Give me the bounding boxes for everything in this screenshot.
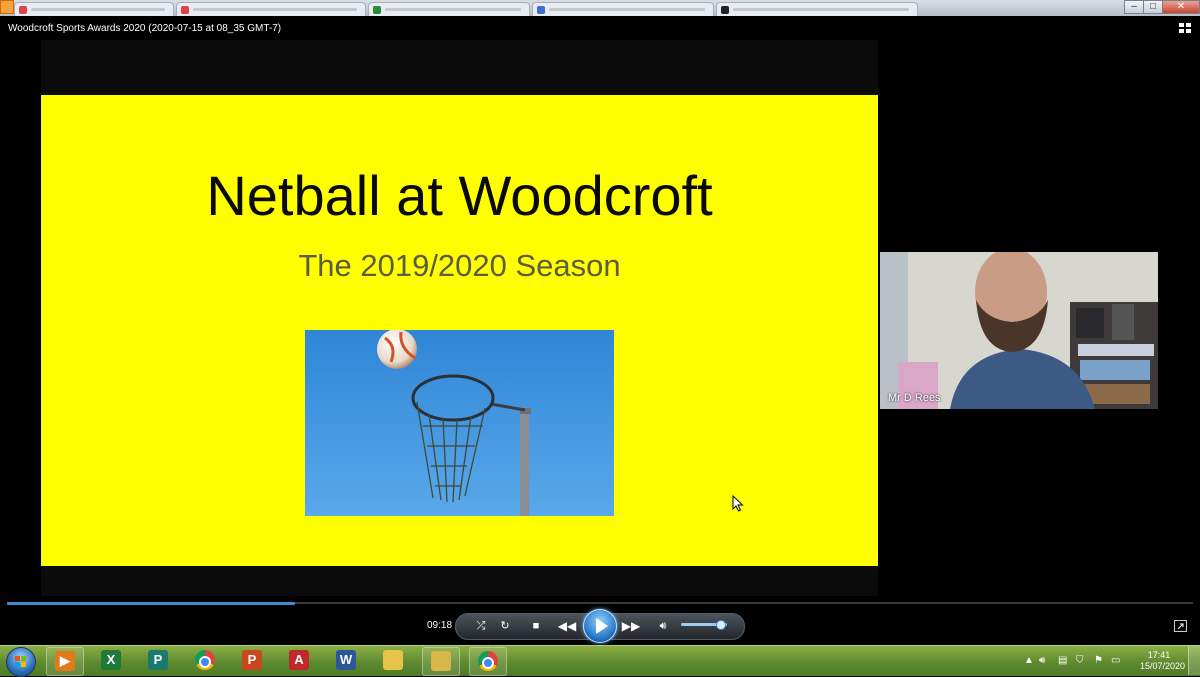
slide-subtitle: The 2019/2020 Season xyxy=(298,248,621,283)
clock-time: 17:41 xyxy=(1147,650,1171,660)
security-shield-icon[interactable]: ⛉ xyxy=(1076,655,1084,666)
network-icon[interactable]: ▤ xyxy=(1058,655,1067,666)
taskbar-app-chrome-active[interactable] xyxy=(469,647,507,676)
display-icon[interactable]: ▭ xyxy=(1111,655,1120,666)
action-center-flag-icon[interactable]: ⚑ xyxy=(1094,655,1103,666)
volume-icon[interactable]: 🔊︎ xyxy=(654,616,672,636)
current-time: 09:18 xyxy=(427,620,453,631)
taskbar-app-chrome[interactable] xyxy=(187,647,223,674)
file-explorer-icon xyxy=(383,650,403,670)
play-icon xyxy=(596,618,608,634)
participant-name: Mr D Rees xyxy=(888,392,941,404)
stop-icon[interactable]: ■ xyxy=(528,616,544,636)
browser-tab[interactable] xyxy=(14,2,174,16)
show-desktop-button[interactable] xyxy=(1188,646,1200,675)
taskbar-app-pdf-viewer[interactable]: A xyxy=(281,647,317,674)
chrome-icon xyxy=(195,650,215,670)
pdf-viewer-icon: A xyxy=(289,650,309,670)
fullscreen-icon[interactable] xyxy=(1174,620,1187,632)
folder-icon xyxy=(431,651,451,671)
taskbar-app-publisher[interactable]: P xyxy=(140,647,176,674)
app-icon xyxy=(0,0,14,14)
browser-tab[interactable] xyxy=(716,2,918,16)
shuffle-icon[interactable]: ⤮ xyxy=(472,616,490,636)
taskbar-app-file-explorer[interactable] xyxy=(375,647,411,674)
media-player-icon: ▶ xyxy=(55,651,75,671)
fast-forward-icon[interactable]: ▶▶ xyxy=(620,616,642,636)
taskbar-app-word[interactable]: W xyxy=(328,647,364,674)
excel-icon: X xyxy=(101,650,121,670)
windows-logo-icon xyxy=(15,656,26,667)
word-icon: W xyxy=(336,650,356,670)
seek-bar-progress xyxy=(7,602,296,605)
netball-hoop-image xyxy=(305,330,614,516)
browser-tab[interactable] xyxy=(176,2,366,16)
repeat-icon[interactable]: ↻ xyxy=(496,616,514,636)
start-button[interactable] xyxy=(6,647,36,677)
taskbar-app-excel[interactable]: X xyxy=(93,647,129,674)
taskbar xyxy=(0,645,1200,676)
browser-tab[interactable] xyxy=(532,2,714,16)
volume-tray-icon[interactable]: 🔊︎ xyxy=(1039,655,1045,666)
rewind-icon[interactable]: ◀◀ xyxy=(556,616,578,636)
presentation-slide: Netball at Woodcroft The 2019/2020 Seaso… xyxy=(41,95,878,566)
taskbar-app-powerpoint[interactable]: P xyxy=(234,647,270,674)
publisher-icon: P xyxy=(148,650,168,670)
system-clock[interactable]: 17:41 15/07/2020 xyxy=(1140,650,1186,672)
close-button[interactable]: ✕ xyxy=(1162,0,1200,14)
taskbar-app-media-player[interactable]: ▶ xyxy=(46,647,84,676)
play-button[interactable] xyxy=(583,609,617,643)
mouse-cursor-icon xyxy=(732,495,744,512)
window-title: Woodcroft Sports Awards 2020 (2020-07-15… xyxy=(8,23,282,34)
minimize-button[interactable]: – xyxy=(1124,0,1144,14)
taskbar-app-folder[interactable] xyxy=(422,647,460,676)
browser-tab-strip: – □ ✕ xyxy=(0,0,1200,16)
grid-view-icon[interactable] xyxy=(1178,22,1192,34)
clock-date: 15/07/2020 xyxy=(1140,661,1186,671)
show-hidden-icons-icon[interactable]: ▲ xyxy=(1024,655,1034,666)
chrome-active-icon xyxy=(478,651,498,671)
powerpoint-icon: P xyxy=(242,650,262,670)
maximize-button[interactable]: □ xyxy=(1143,0,1163,14)
browser-tab[interactable] xyxy=(368,2,530,16)
participant-video[interactable] xyxy=(880,252,1158,409)
slide-title: Netball at Woodcroft xyxy=(206,164,713,227)
